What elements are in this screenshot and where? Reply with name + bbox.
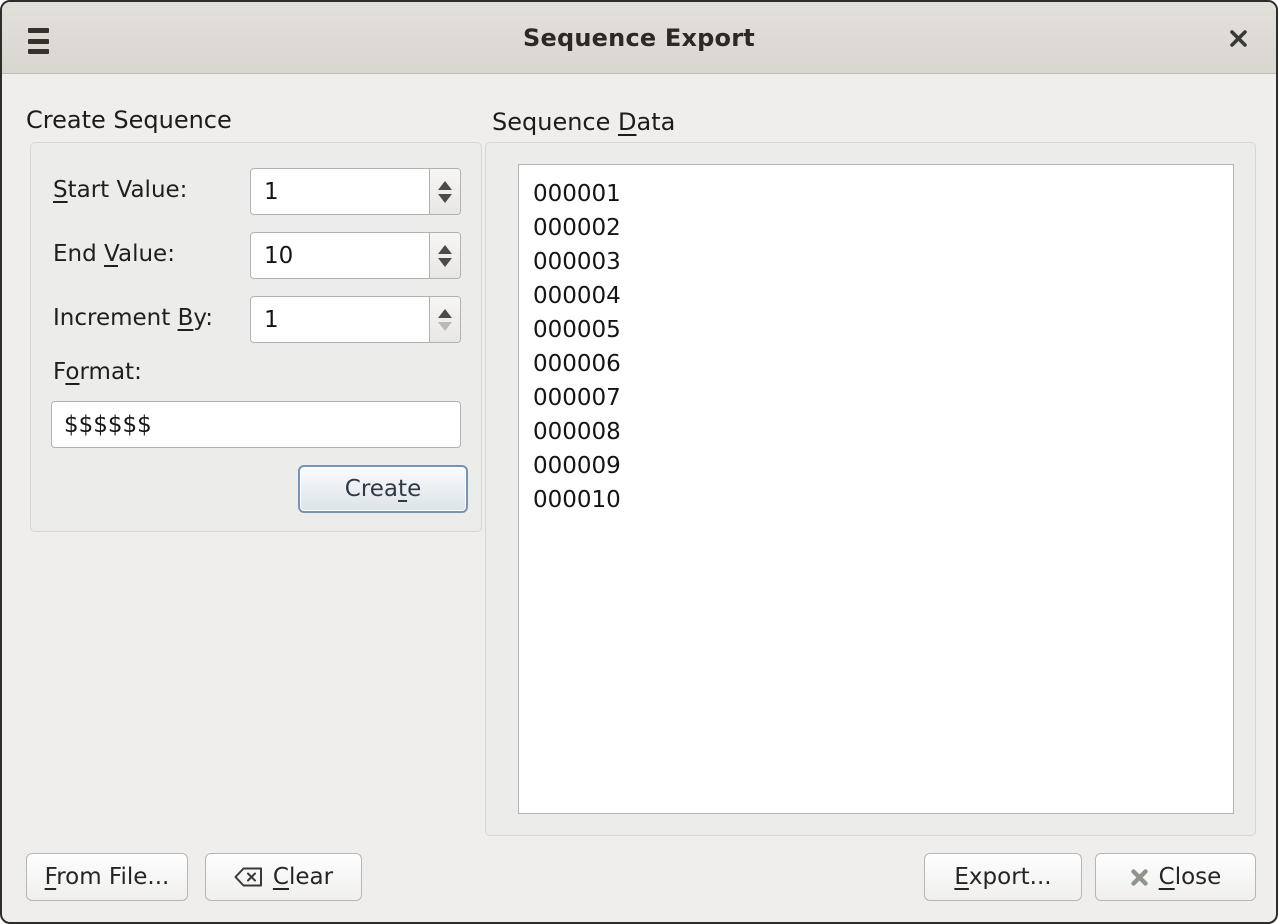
end-value-input[interactable] (251, 233, 429, 278)
end-value-spin-buttons (429, 233, 460, 278)
close-button[interactable]: Close (1095, 853, 1256, 901)
list-item[interactable]: 000010 (519, 483, 1233, 517)
increment-by-input[interactable] (251, 297, 429, 342)
list-item[interactable]: 000005 (519, 313, 1233, 347)
start-value-input[interactable] (251, 169, 429, 214)
close-x-icon (1228, 28, 1249, 49)
from-file-button[interactable]: From File... (26, 853, 188, 901)
list-item[interactable]: 000003 (519, 245, 1233, 279)
format-input[interactable] (51, 401, 461, 448)
increment-by-spinbox (250, 296, 461, 343)
clear-button[interactable]: Clear (205, 853, 362, 901)
increment-by-spin-buttons (429, 297, 460, 342)
start-value-label: Start Value: (53, 177, 187, 203)
end-value-spin-up[interactable] (430, 233, 460, 256)
list-item[interactable]: 000008 (519, 415, 1233, 449)
end-value-label: End Value: (53, 241, 175, 267)
end-value-spin-down[interactable] (430, 256, 460, 279)
list-item[interactable]: 000002 (519, 211, 1233, 245)
arrow-down-icon (438, 194, 452, 203)
arrow-up-icon (438, 245, 452, 254)
increment-by-spin-up[interactable] (430, 297, 460, 320)
backspace-icon (234, 867, 263, 887)
start-value-spin-buttons (429, 169, 460, 214)
increment-by-label: Increment By: (53, 305, 213, 331)
start-value-spinbox (250, 168, 461, 215)
sequence-data-groupbox: 000001 000002 000003 000004 000005 00000… (485, 142, 1256, 836)
list-item[interactable]: 000004 (519, 279, 1233, 313)
create-sequence-label: Create Sequence (26, 106, 232, 134)
arrow-down-icon (438, 258, 452, 267)
sequence-data-label: Sequence Data (492, 108, 675, 136)
export-button[interactable]: Export... (924, 853, 1082, 901)
increment-by-spin-down[interactable] (430, 320, 460, 343)
window-close-icon[interactable] (1222, 22, 1254, 54)
sequence-data-list[interactable]: 000001 000002 000003 000004 000005 00000… (518, 164, 1234, 814)
list-item[interactable]: 000001 (519, 177, 1233, 211)
list-item[interactable]: 000007 (519, 381, 1233, 415)
end-value-spinbox (250, 232, 461, 279)
arrow-up-icon (438, 309, 452, 318)
arrow-up-icon (438, 181, 452, 190)
list-item[interactable]: 000006 (519, 347, 1233, 381)
close-x-icon (1130, 868, 1149, 887)
create-button[interactable]: Create (298, 465, 468, 513)
start-value-spin-down[interactable] (430, 192, 460, 215)
list-item[interactable]: 000009 (519, 449, 1233, 483)
arrow-down-icon (438, 322, 452, 331)
sequence-export-dialog: Sequence Export Create Sequence Start Va… (0, 0, 1278, 924)
start-value-spin-up[interactable] (430, 169, 460, 192)
titlebar: Sequence Export (2, 2, 1276, 74)
create-sequence-groupbox: Start Value: End Value: Increment By: (30, 142, 482, 532)
format-label: Format: (53, 359, 142, 385)
create-sequence-label-text: Create Sequence (26, 106, 232, 134)
window-title: Sequence Export (2, 24, 1276, 52)
